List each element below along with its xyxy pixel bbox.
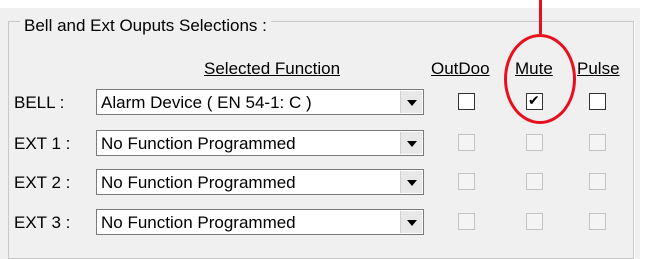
pulse-checkbox-ext1 — [589, 134, 606, 151]
row-label-ext3: EXT 3 : — [14, 213, 71, 232]
mute-checkbox-ext2 — [526, 173, 543, 190]
chevron-down-icon[interactable] — [400, 171, 422, 193]
annotation-pointer-line — [539, 0, 542, 34]
outdoor-checkbox-ext1 — [458, 134, 475, 151]
chevron-down-icon[interactable] — [400, 91, 422, 113]
row-label-bell: BELL : — [14, 93, 65, 112]
groupbox-title: Bell and Ext Ouputs Selections : — [20, 17, 271, 34]
function-select-ext1[interactable]: No Function Programmed — [96, 130, 424, 156]
function-value-ext3: No Function Programmed — [101, 213, 296, 232]
outdoor-checkbox-ext3 — [458, 213, 475, 230]
mute-checkbox-ext1 — [526, 134, 543, 151]
function-value-ext1: No Function Programmed — [101, 134, 296, 153]
function-value-bell: Alarm Device ( EN 54-1: C ) — [101, 93, 312, 112]
pulse-checkbox-ext2 — [589, 173, 606, 190]
pulse-checkbox-bell[interactable] — [589, 93, 606, 110]
outdoor-checkbox-ext2 — [458, 173, 475, 190]
row-label-ext2: EXT 2 : — [14, 173, 71, 192]
function-select-bell[interactable]: Alarm Device ( EN 54-1: C ) — [96, 89, 424, 115]
outdoor-checkbox-bell[interactable] — [458, 93, 475, 110]
chevron-down-icon[interactable] — [400, 132, 422, 154]
pulse-checkbox-ext3 — [589, 213, 606, 230]
annotation-highlight-circle — [504, 34, 576, 124]
mute-checkbox-ext3 — [526, 213, 543, 230]
header-outdoor: OutDoo — [431, 59, 490, 78]
function-select-ext3[interactable]: No Function Programmed — [96, 209, 424, 235]
header-selected-function: Selected Function — [204, 59, 341, 78]
function-value-ext2: No Function Programmed — [101, 173, 296, 192]
function-select-ext2[interactable]: No Function Programmed — [96, 169, 424, 195]
row-label-ext1: EXT 1 : — [14, 134, 71, 153]
chevron-down-icon[interactable] — [400, 211, 422, 233]
header-pulse: Pulse — [577, 59, 620, 78]
